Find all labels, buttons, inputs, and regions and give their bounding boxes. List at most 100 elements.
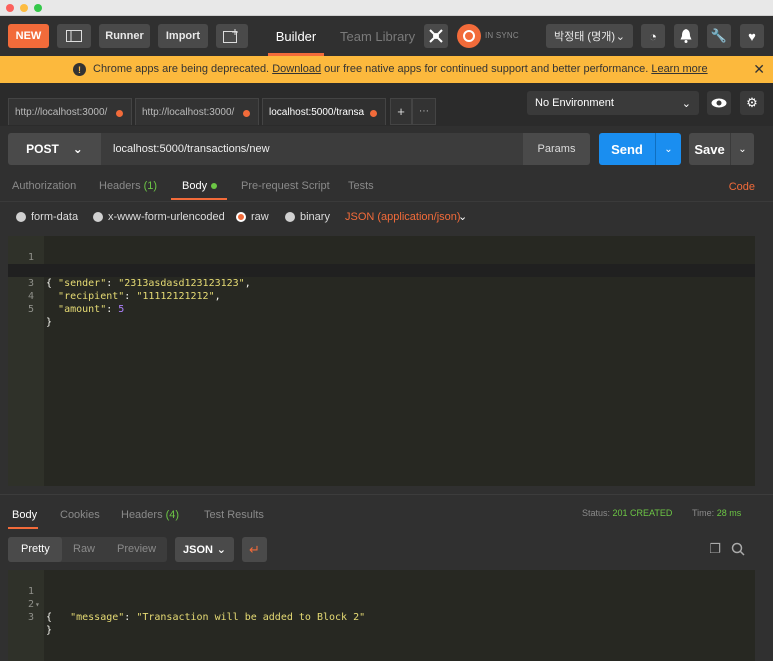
banner-message: Chrome apps are being deprecated. Downlo… [93,63,708,75]
response-section-tabs: Body Cookies Headers (4) Test Results St… [0,500,773,530]
search-icon[interactable] [730,541,746,557]
code-text: "message": "Transaction will be added to… [70,612,366,623]
code-line-current: 3 "recipient": "11112121212", [8,264,755,302]
request-tab-active[interactable]: localhost:5000/transa [262,98,386,125]
unsaved-dot-icon [370,110,377,117]
tab-body[interactable]: Body [182,180,218,192]
learn-more-link[interactable]: Learn more [651,63,707,75]
time-value: 28 ms [716,508,742,518]
zoom-window-button[interactable] [34,4,42,12]
copy-icon[interactable]: ❐ [707,541,723,557]
tab-headers[interactable]: Headers (1) [99,180,157,192]
view-raw-button[interactable]: Raw [73,543,95,555]
manage-environments-button[interactable]: ⚙ [740,91,764,115]
radio-label: form-data [31,211,79,223]
radio-label: binary [300,211,330,223]
plus-icon: + [397,104,405,119]
request-tab[interactable]: http://localhost:3000/ [135,98,259,125]
tab-prerequest-script[interactable]: Pre-request Script [241,180,330,192]
satellite-button[interactable]: ◔ [641,24,665,48]
request-tab[interactable]: http://localhost:3000/ [8,98,132,125]
response-tab-test-results[interactable]: Test Results [204,509,264,521]
line-number: 3 [27,612,34,623]
response-tab-body[interactable]: Body [12,509,37,521]
tab-headers-label: Headers [99,180,141,192]
search-icon-glyph [731,542,745,556]
wrench-icon: 🔧 [710,28,728,43]
request-tab-bar: http://localhost:3000/ http://localhost:… [0,83,773,126]
status-label: Status: [582,508,611,518]
heart-icon: ♥ [748,28,756,44]
content-type-select[interactable]: JSON (application/json) [345,211,461,223]
close-icon[interactable]: ✕ [753,61,765,78]
ellipsis-icon: ⋯ [419,106,429,117]
new-button[interactable]: NEW [8,24,49,48]
response-format-select[interactable]: JSON ⌄ [175,537,234,562]
notifications-button[interactable] [674,24,698,48]
radio-label: x-www-form-urlencoded [108,211,225,223]
status-value: 201 CREATED [612,508,673,518]
builder-tab[interactable]: Builder [268,16,324,56]
environment-quick-look-button[interactable] [707,91,731,115]
minimize-window-button[interactable] [20,4,28,12]
url-input[interactable]: localhost:5000/transactions/new [101,133,523,165]
body-indicator-dot [211,183,218,190]
add-tab-button[interactable]: + [390,98,412,125]
radio-binary[interactable]: binary [285,211,330,223]
radio-urlencoded[interactable]: x-www-form-urlencoded [93,211,225,223]
interceptor-button[interactable] [424,24,448,48]
json-string: "Transaction will be added to Block 2" [136,612,366,623]
download-link[interactable]: Download [272,63,321,75]
send-button[interactable]: Send [599,133,655,165]
request-tab-label: http://localhost:3000/ [142,106,235,118]
code-line: 1 ▾ { [8,238,755,289]
send-options-button[interactable]: ⌄ [655,133,681,165]
runner-button[interactable]: Runner [99,24,150,48]
environment-label: No Environment [535,97,614,109]
time-label: Time: [692,508,715,518]
chevron-down-icon: ⌄ [681,97,691,110]
response-headers-count-badge: (4) [165,509,180,521]
radio-label: raw [251,211,269,223]
code-line: 2 "message": "Transaction will be added … [8,585,755,623]
radio-form-data[interactable]: form-data [16,211,78,223]
params-button[interactable]: Params [523,133,590,165]
new-window-button[interactable] [216,24,248,48]
chevron-down-icon[interactable]: ⌄ [458,210,467,223]
json-number: 5 [118,304,125,315]
view-pretty-button[interactable]: Pretty [21,543,50,555]
sidebar-toggle-button[interactable] [57,24,91,48]
response-tab-cookies[interactable]: Cookies [60,509,100,521]
response-tab-headers[interactable]: Headers (4) [121,509,179,521]
close-window-button[interactable] [6,4,14,12]
json-key: "amount" [58,304,107,315]
wrap-lines-button[interactable]: ↵ [242,537,267,562]
deprecation-banner: ! Chrome apps are being deprecated. Down… [0,56,773,83]
method-select[interactable]: POST ⌄ [8,133,101,165]
environment-select[interactable]: No Environment ⌄ [527,91,699,115]
favorite-button[interactable]: ♥ [740,24,764,48]
view-preview-button[interactable]: Preview [117,543,156,555]
user-menu-button[interactable]: 박정태 (명개) ⌄ [546,24,633,48]
response-body-viewer[interactable]: 1 ▾ { 2 "message": "Transaction will be … [8,570,755,661]
save-options-button[interactable]: ⌄ [730,133,754,165]
interceptor-icon [429,29,443,43]
tab-tests[interactable]: Tests [348,180,374,192]
request-section-tabs: Authorization Headers (1) Body Pre-reque… [0,172,773,201]
sync-status-icon[interactable] [457,24,481,48]
pane-splitter[interactable] [0,494,773,495]
save-button[interactable]: Save [689,133,730,165]
settings-button[interactable]: 🔧 [707,24,731,48]
satellite-icon: ◔ [649,28,657,44]
request-tab-label: http://localhost:3000/ [15,106,108,118]
more-tabs-button[interactable]: ⋯ [412,98,436,125]
radio-raw[interactable]: raw [236,211,269,223]
team-library-tab[interactable]: Team Library [340,16,415,56]
code-line: 5 } [8,290,755,328]
generate-code-link[interactable]: Code [729,181,755,193]
line-number: 5 [27,304,34,315]
radio-circle [16,212,26,222]
tab-authorization[interactable]: Authorization [12,180,76,192]
request-body-editor[interactable]: 1 ▾ { 2 "sender": "2313asdasd123123123",… [8,236,755,486]
import-button[interactable]: Import [158,24,208,48]
